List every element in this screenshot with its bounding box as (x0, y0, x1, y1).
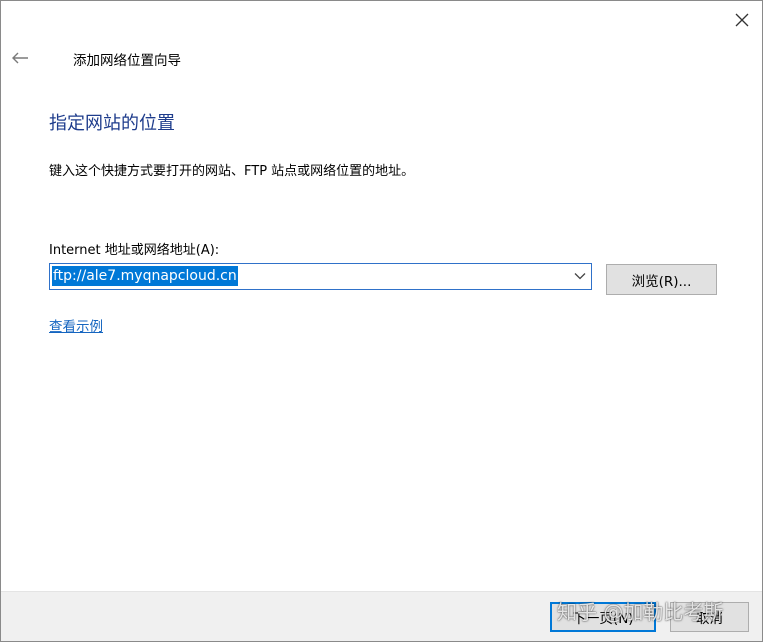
view-examples-link[interactable]: 查看示例 (49, 315, 103, 335)
footer-bar: 下一页(N) 取消 (1, 591, 762, 641)
browse-button[interactable]: 浏览(R)... (606, 264, 717, 295)
cancel-button[interactable]: 取消 (670, 602, 749, 632)
chevron-down-icon (574, 273, 586, 280)
page-heading: 指定网站的位置 (49, 113, 175, 134)
back-arrow-icon (12, 52, 28, 64)
wizard-window: 添加网络位置向导 指定网站的位置 键入这个快捷方式要打开的网站、FTP 站点或网… (0, 0, 763, 642)
address-combobox[interactable]: ftp://ale7.myqnapcloud.cn (49, 263, 592, 290)
address-input-value[interactable]: ftp://ale7.myqnapcloud.cn (52, 266, 238, 286)
dropdown-button[interactable] (573, 269, 587, 283)
wizard-title: 添加网络位置向导 (73, 53, 181, 69)
close-button[interactable] (727, 5, 757, 35)
next-button[interactable]: 下一页(N) (550, 602, 656, 632)
page-description: 键入这个快捷方式要打开的网站、FTP 站点或网络位置的地址。 (49, 164, 415, 179)
back-button[interactable] (7, 45, 33, 71)
close-icon (735, 13, 749, 27)
address-label: Internet 地址或网络地址(A): (49, 243, 220, 258)
